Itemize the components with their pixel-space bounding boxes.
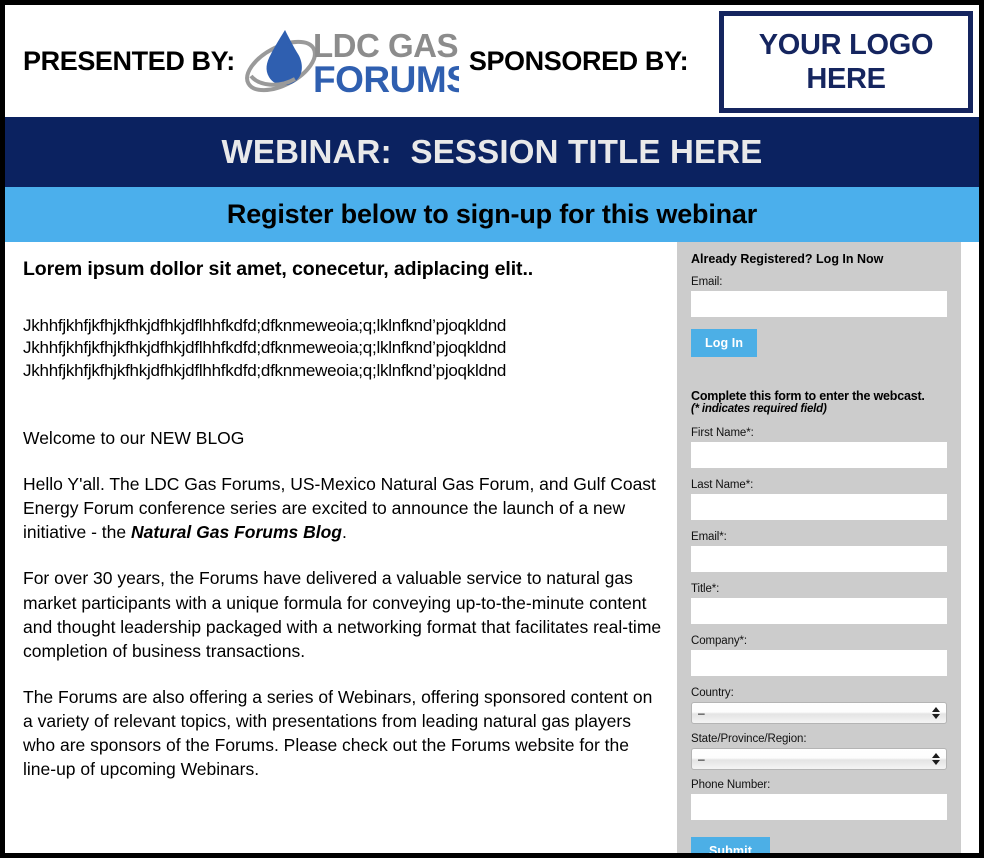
- state-province-region-label: State/Province/Region:: [691, 733, 807, 745]
- webinar-title-banner: WEBINAR: SESSION TITLE HERE: [5, 117, 979, 187]
- login-email-input[interactable]: [691, 291, 947, 317]
- webinar-title-text: WEBINAR: SESSION TITLE HERE: [221, 133, 763, 170]
- submit-button[interactable]: Submit: [691, 837, 770, 853]
- complete-form-notice: Complete this form to enter the webcast.…: [691, 389, 947, 415]
- article-paragraph: Hello Y'all. The LDC Gas Forums, US-Mexi…: [23, 472, 663, 544]
- company-label: Company*:: [691, 635, 747, 647]
- last-name-label: Last Name*:: [691, 479, 754, 491]
- page-content: Lorem ipsum dollor sit amet, conecetur, …: [5, 242, 979, 853]
- sponsor-logo-line-1: YOUR LOGO: [758, 28, 934, 61]
- first-name-label: First Name*:: [691, 427, 754, 439]
- paragraph-text-post: .: [341, 522, 347, 543]
- log-in-button[interactable]: Log In: [691, 329, 758, 357]
- registration-form-panel: Already Registered? Log In Now Email: Lo…: [677, 242, 961, 853]
- title-label: Title*:: [691, 583, 720, 595]
- sponsor-logo-line-2: HERE: [806, 63, 886, 95]
- webinar-registration-page: PRESENTED BY: LDC GAS FORUMS SPONSORED B…: [0, 0, 984, 858]
- register-callout-text: Register below to sign-up for this webin…: [226, 199, 758, 229]
- paragraph-emphasis: Natural Gas Forums Blog: [130, 522, 342, 543]
- svg-text:FORUMS: FORUMS: [313, 59, 459, 98]
- country-select-wrapper: –: [691, 702, 947, 724]
- email-label: Email*:: [691, 531, 727, 543]
- article-paragraph: For over 30 years, the Forums have deliv…: [23, 568, 662, 661]
- article-headline: Lorem ipsum dollor sit amet, conecetur, …: [23, 258, 534, 280]
- state-province-region-select-wrapper: –: [691, 748, 947, 770]
- last-name-input[interactable]: [691, 494, 947, 520]
- article-column: Lorem ipsum dollor sit amet, conecetur, …: [5, 242, 677, 781]
- article-paragraph: The Forums are also offering a series of…: [23, 686, 653, 780]
- company-input[interactable]: [691, 650, 947, 676]
- login-section-heading: Already Registered? Log In Now: [691, 252, 884, 266]
- register-callout-banner: Register below to sign-up for this webin…: [5, 187, 979, 242]
- state-province-region-select[interactable]: –: [691, 748, 947, 770]
- required-field-note: (* indicates required field): [691, 403, 827, 415]
- complete-form-title: Complete this form to enter the webcast.: [691, 389, 925, 403]
- sponsor-logo-placeholder: YOUR LOGO HERE: [719, 11, 973, 113]
- article-body: Welcome to our NEW BLOG Hello Y'all. The…: [23, 426, 663, 782]
- presented-by-label: PRESENTED BY:: [23, 45, 235, 76]
- phone-number-label: Phone Number:: [691, 779, 771, 791]
- phone-number-input[interactable]: [691, 794, 947, 820]
- sponsored-by-label: SPONSORED BY:: [468, 45, 689, 76]
- ldc-gas-forums-logo: LDC GAS FORUMS: [241, 24, 459, 98]
- article-paragraph: Welcome to our NEW BLOG: [23, 427, 245, 448]
- filler-line: Jkhhfjkhfjkfhjkfhkjdfhkjdflhhfkdfd;dfknm…: [23, 360, 507, 380]
- page-header: PRESENTED BY: LDC GAS FORUMS SPONSORED B…: [5, 5, 979, 117]
- filler-line: Jkhhfjkhfjkfhjkfhkjdfhkjdflhhfkdfd;dfknm…: [23, 316, 507, 335]
- country-select[interactable]: –: [691, 702, 947, 724]
- first-name-input[interactable]: [691, 442, 947, 468]
- country-label: Country:: [691, 687, 734, 699]
- login-email-label: Email:: [691, 276, 723, 288]
- filler-line: Jkhhfjkhfjkfhjkfhkjdfhkjdflhhfkdfd;dfknm…: [23, 338, 507, 358]
- title-input[interactable]: [691, 598, 947, 624]
- article-filler-block: Jkhhfjkhfjkfhjkfhkjdfhkjdflhhfkdfd;dfknm…: [23, 315, 663, 382]
- email-input[interactable]: [691, 546, 947, 572]
